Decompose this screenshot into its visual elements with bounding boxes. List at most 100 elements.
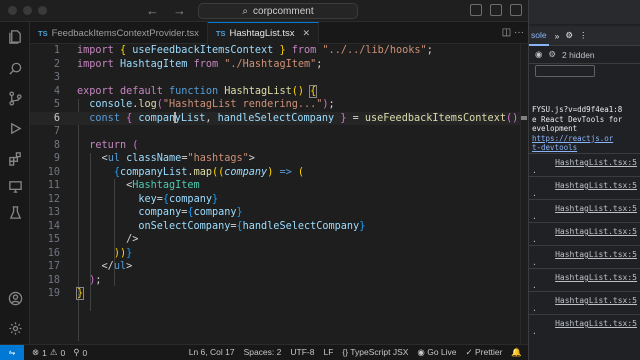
remote-explorer-icon[interactable] [7, 178, 23, 194]
settings-gear-icon[interactable]: ⚙ [565, 30, 573, 41]
console-log-entry: HashtagList.tsx:5. [529, 291, 640, 313]
ports-count: 0 [82, 347, 88, 358]
typescript-file-icon: TS [38, 28, 48, 38]
back-arrow-icon[interactable]: ← [146, 3, 159, 18]
log-entry-marker: . [532, 235, 537, 244]
code-line-current: 6 const { companyList, handleSelectCompa… [30, 111, 528, 125]
code-line: 11 <HashtagItem [47, 180, 200, 191]
devtools-panel: sole » ⚙ ⋮ ◉ ⚙ 2 hidden FYSU.js?v=dd9f4e… [528, 0, 640, 360]
code-line: 3 [53, 72, 60, 83]
toggle-panel-icon[interactable] [490, 4, 502, 16]
log-source-link[interactable]: HashtagList.tsx:5 [555, 250, 637, 259]
close-tab-icon[interactable]: ✕ [302, 28, 310, 39]
code-line: 15 /> [47, 234, 139, 245]
code-line: 7 [53, 126, 60, 137]
warning-icon: ⚠ [49, 347, 58, 357]
console-log-entry: HashtagList.tsx:5. [529, 199, 640, 221]
prettier-status[interactable]: ✓ Prettier [466, 347, 503, 358]
message-source[interactable]: FYSU.js?v=dd9f4ea1:8 [532, 105, 622, 114]
navigation-arrows: ← → [146, 3, 186, 18]
devtools-tab-bar: sole » ⚙ ⋮ [529, 26, 640, 46]
error-icon: ⊗ [32, 347, 40, 357]
indentation[interactable]: Spaces: 2 [244, 347, 282, 358]
search-icon[interactable] [7, 60, 23, 76]
console-log-entry: HashtagList.tsx:5. [529, 245, 640, 267]
log-source-link[interactable]: HashtagList.tsx:5 [555, 319, 637, 328]
ports-indicator[interactable]: ⚲ 0 [73, 347, 87, 358]
editor-tab-bar: TS FeedbackItemsContextProvider.tsx TS H… [30, 22, 528, 44]
error-count: 1 [42, 347, 47, 358]
code-line: 12 key={company} [47, 193, 219, 205]
remote-indicator-icon[interactable]: ⇋ [0, 344, 24, 360]
cursor-position[interactable]: Ln 6, Col 17 [189, 347, 235, 358]
log-entry-marker: . [532, 258, 537, 267]
code-line: 5 console.log("HashtagList rendering..."… [53, 99, 335, 110]
tab-hashtag-list[interactable]: TS HashtagList.tsx ✕ [207, 22, 320, 44]
editor-scrollbar[interactable] [520, 44, 528, 344]
console-log-entry: HashtagList.tsx:5. [529, 176, 640, 198]
more-tabs-icon[interactable]: » [555, 31, 560, 41]
end-of-line[interactable]: LF [323, 347, 333, 358]
layout-controls [470, 4, 522, 16]
code-line: 8 return ( [53, 139, 139, 151]
console-log-entry: HashtagList.tsx:5. [529, 153, 640, 175]
console-log-entry: HashtagList.tsx:5. [529, 268, 640, 290]
devtools-link[interactable]: https://reactjs.or [532, 134, 613, 143]
status-bar: ⇋ ⊗ 1 ⚠ 0 ⚲ 0 Ln 6, Col 17 Spaces: 2 UTF-8 … [0, 344, 528, 360]
live-expression-eye-icon[interactable]: ◉ [535, 49, 542, 60]
log-source-link[interactable]: HashtagList.tsx:5 [555, 158, 637, 167]
filter-toggle-icon[interactable]: ⚙ [548, 49, 556, 60]
code-line: 17 </ul> [47, 261, 133, 272]
log-source-link[interactable]: HashtagList.tsx:5 [555, 181, 637, 190]
explorer-icon[interactable] [7, 28, 23, 44]
devtools-link[interactable]: t-devtools [532, 143, 577, 152]
log-entry-marker: . [532, 166, 537, 175]
encoding[interactable]: UTF-8 [290, 347, 314, 358]
code-line: 13 company={company} [47, 207, 243, 218]
check-icon: ✓ [465, 347, 473, 357]
language-mode[interactable]: {} TypeScript JSX [342, 347, 408, 358]
toggle-secondary-sidebar-icon[interactable] [510, 4, 522, 16]
broadcast-icon: ◉ [417, 347, 425, 357]
code-line: 19} [47, 287, 85, 300]
search-icon: ⌕ [242, 5, 249, 17]
settings-gear-icon[interactable] [7, 320, 23, 336]
code-line: 4 export default function HashtagList() { [53, 84, 318, 98]
toggle-sidebar-icon[interactable] [470, 4, 482, 16]
log-source-link[interactable]: HashtagList.tsx:5 [555, 227, 637, 236]
tab-console[interactable]: sole [529, 26, 549, 46]
go-live-button[interactable]: ◉ Go Live [417, 347, 456, 358]
tab-label: HashtagList.tsx [229, 28, 295, 39]
console-toolbar: ◉ ⚙ 2 hidden [529, 46, 640, 64]
warning-count: 0 [60, 347, 66, 358]
log-source-link[interactable]: HashtagList.tsx:5 [555, 273, 637, 282]
notifications-bell-icon[interactable]: 🔔 [511, 347, 522, 358]
source-control-icon[interactable] [7, 90, 23, 106]
extensions-icon[interactable] [7, 150, 23, 166]
run-debug-icon[interactable] [7, 120, 23, 136]
split-editor-icon[interactable]: ◫ [502, 27, 511, 38]
log-source-link[interactable]: HashtagList.tsx:5 [555, 296, 637, 305]
more-actions-icon[interactable]: ··· [514, 27, 524, 38]
command-center-label: corpcomment [253, 5, 314, 17]
testing-icon[interactable] [7, 204, 23, 220]
browser-strip [529, 0, 640, 24]
code-line: 18 ); [47, 274, 102, 286]
scrollbar-marker [521, 116, 527, 120]
code-editor[interactable]: 1 import { useFeedbackItemsContext } from… [30, 44, 528, 344]
accounts-icon[interactable] [7, 290, 23, 306]
log-source-link[interactable]: HashtagList.tsx:5 [555, 204, 637, 213]
console-log-entry: HashtagList.tsx:5. [529, 222, 640, 244]
more-options-icon[interactable]: ⋮ [579, 30, 588, 41]
activity-bar [0, 22, 30, 344]
typescript-file-icon: TS [215, 29, 226, 38]
window-controls[interactable] [8, 6, 47, 15]
hidden-messages-count[interactable]: 2 hidden [562, 50, 595, 60]
log-entry-marker: . [532, 212, 537, 221]
tab-feedback-items-context-provider[interactable]: TS FeedbackItemsContextProvider.tsx [30, 22, 208, 44]
command-center[interactable]: ⌕ corpcomment [198, 3, 358, 19]
forward-arrow-icon[interactable]: → [173, 3, 186, 18]
console-message-react-devtools: FYSU.js?v=dd9f4ea1:8 e React DevTools fo… [532, 105, 623, 152]
console-filter-input[interactable] [535, 65, 595, 77]
problems-indicator[interactable]: ⊗ 1 ⚠ 0 [32, 347, 65, 358]
